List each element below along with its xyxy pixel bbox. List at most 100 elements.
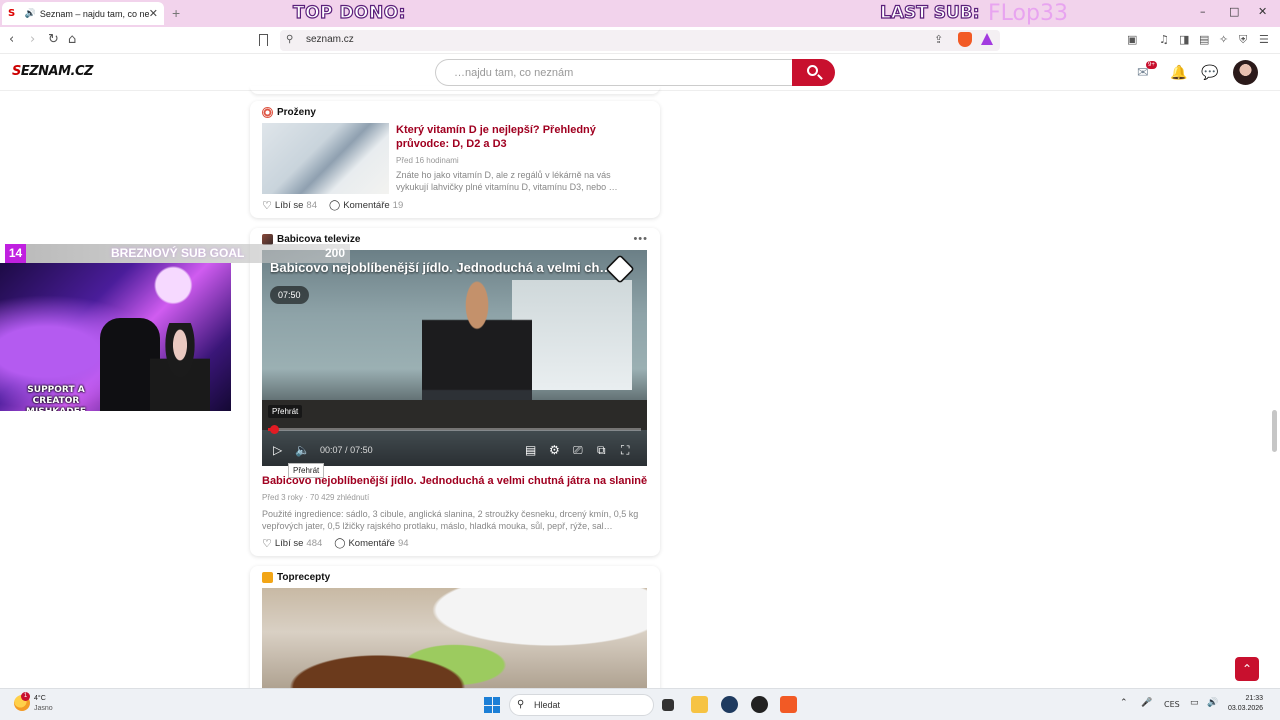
seznam-logo[interactable]: SEZNAM.CZ: [12, 64, 93, 79]
video-progress-handle[interactable]: [269, 425, 279, 434]
site-info-icon[interactable]: ⚲: [286, 34, 293, 45]
search-input[interactable]: [436, 60, 776, 85]
brave-shields-icon[interactable]: [958, 32, 972, 47]
language-indicator[interactable]: CES: [1164, 700, 1180, 709]
video-actions: ♡ Líbí se 484 ◯ Komentáře 94: [262, 537, 421, 550]
page-scrollbar[interactable]: [1272, 410, 1277, 452]
browser-titlebar: S 🔊 Seznam – najdu tam, co nezn… ✕ + TOP…: [0, 0, 1280, 27]
reload-icon[interactable]: ↻: [48, 32, 59, 47]
article-thumbnail[interactable]: [262, 123, 389, 194]
chat-icon[interactable]: 💬: [1201, 65, 1218, 81]
tab-close-icon[interactable]: ✕: [149, 7, 158, 20]
vpn-icon[interactable]: ⛨: [1239, 33, 1247, 47]
like-heart-icon[interactable]: ♡: [262, 537, 272, 550]
toprecepty-logo-icon: [262, 572, 273, 583]
like-button[interactable]: Líbí se: [275, 538, 304, 549]
settings-gear-icon[interactable]: ⚙: [549, 443, 560, 457]
obs-icon[interactable]: [721, 696, 738, 713]
video-progress-bar[interactable]: [268, 428, 641, 431]
task-view-icon[interactable]: [662, 699, 674, 711]
subtitles-icon[interactable]: ▤: [525, 443, 536, 457]
play-tooltip-top: Přehrát: [268, 405, 303, 418]
wallet-icon[interactable]: ▤: [1199, 33, 1209, 46]
menu-icon[interactable]: ☰: [1259, 33, 1269, 46]
fullscreen-icon[interactable]: ⛶: [621, 443, 629, 458]
brave-rewards-icon[interactable]: [981, 33, 993, 45]
network-icon[interactable]: ▭: [1190, 698, 1199, 708]
like-button[interactable]: Líbí se: [275, 200, 304, 211]
video-frame-counter: [262, 400, 647, 430]
play-tooltip: Přehrát: [288, 463, 325, 478]
article-source[interactable]: Proženy: [262, 107, 316, 118]
mute-icon[interactable]: 🔈: [295, 443, 310, 457]
comment-icon[interactable]: ◯: [329, 200, 340, 211]
seznam-favicon-icon: S: [8, 7, 16, 19]
more-options-icon[interactable]: •••: [633, 233, 648, 245]
maximize-button[interactable]: □: [1229, 5, 1239, 18]
address-bar[interactable]: ⚲ seznam.cz: [280, 30, 1000, 51]
recipe-image[interactable]: [262, 588, 647, 698]
comment-icon[interactable]: ◯: [334, 538, 345, 549]
weather-badge: 1: [21, 692, 30, 701]
recipe-source[interactable]: Toprecepty: [262, 572, 330, 583]
video-excerpt: Použité ingredience: sádlo, 3 cibule, an…: [262, 509, 639, 531]
article-excerpt: Znáte ho jako vitamín D, ale z regálů v …: [396, 170, 618, 192]
temperature[interactable]: 4°C: [34, 695, 46, 702]
previous-card-edge: [250, 86, 660, 94]
proZeny-logo-icon: [262, 107, 273, 118]
video-card[interactable]: Babicova televize ••• Babicovo nejoblíbe…: [250, 228, 660, 556]
notifications-bell-icon[interactable]: 🔔: [1170, 65, 1187, 81]
bookmark-icon[interactable]: [259, 34, 268, 46]
sub-goal-current: 14: [5, 244, 26, 263]
forward-icon[interactable]: ›: [30, 32, 35, 47]
last-sub-name: FLop33: [988, 1, 1068, 26]
file-explorer-icon[interactable]: [691, 696, 708, 713]
cast-icon[interactable]: ⎚: [573, 443, 583, 458]
reader-icon[interactable]: ◨: [1179, 33, 1189, 46]
close-window-button[interactable]: ✕: [1258, 5, 1267, 18]
minimize-button[interactable]: –: [1200, 5, 1206, 18]
recipe-card[interactable]: Toprecepty: [250, 566, 660, 706]
tray-overflow-icon[interactable]: ⌃: [1120, 698, 1128, 708]
speaker-icon[interactable]: 🔊: [25, 8, 36, 19]
home-icon[interactable]: ⌂: [68, 32, 76, 47]
weather-condition[interactable]: Jasno: [34, 705, 53, 712]
logo-first-letter: S: [12, 64, 21, 79]
brave-browser-icon[interactable]: [780, 696, 797, 713]
url-text[interactable]: seznam.cz: [306, 34, 354, 45]
picture-in-picture-icon[interactable]: ⧉: [597, 443, 606, 458]
scroll-to-top-button[interactable]: ⌃: [1235, 657, 1259, 681]
like-heart-icon[interactable]: ♡: [262, 199, 272, 212]
sidebar-panel-icon[interactable]: ▣: [1127, 33, 1137, 46]
comments-button[interactable]: Komentáře: [348, 538, 394, 549]
media-icon[interactable]: ♫: [1159, 33, 1169, 46]
new-tab-button[interactable]: +: [172, 5, 180, 21]
comment-count: 19: [392, 200, 404, 211]
search-icon: [807, 65, 818, 76]
browser-tab[interactable]: S 🔊 Seznam – najdu tam, co nezn… ✕: [2, 2, 164, 25]
article-title[interactable]: Který vitamín D je nejlepší? Přehledný p…: [396, 123, 616, 151]
search-icon: ⚲: [517, 699, 525, 710]
streamer: [150, 323, 210, 411]
back-icon[interactable]: ‹: [9, 32, 14, 47]
support-creator-text: SUPPORT A CREATOR MISHKADEE: [26, 385, 86, 411]
article-card[interactable]: Proženy Který vitamín D je nejlepší? Pře…: [250, 101, 660, 218]
leo-ai-icon[interactable]: ✧: [1219, 33, 1228, 46]
comment-count: 94: [397, 538, 409, 549]
video-player[interactable]: Babicovo nejoblíbenější jídlo. Jednoduch…: [262, 250, 647, 466]
search-button[interactable]: [792, 59, 835, 86]
app-icon[interactable]: [751, 696, 768, 713]
share-icon[interactable]: ⇪: [934, 33, 943, 46]
top-dono-label: TOP DONO:: [292, 2, 406, 23]
volume-icon[interactable]: 🔊: [1207, 698, 1218, 708]
like-count: 484: [306, 538, 323, 549]
clock[interactable]: 21:33 03.03.2026: [1228, 694, 1263, 714]
comments-button[interactable]: Komentáře: [343, 200, 389, 211]
microphone-icon[interactable]: 🎤: [1141, 698, 1152, 708]
taskbar-search[interactable]: ⚲ Hledat: [509, 694, 654, 716]
video-time-ago: Před 3 roky: [262, 493, 303, 502]
user-avatar[interactable]: [1233, 60, 1258, 85]
play-icon[interactable]: ▷: [273, 443, 282, 457]
start-button[interactable]: [484, 697, 500, 713]
video-frame-person: [422, 280, 532, 420]
